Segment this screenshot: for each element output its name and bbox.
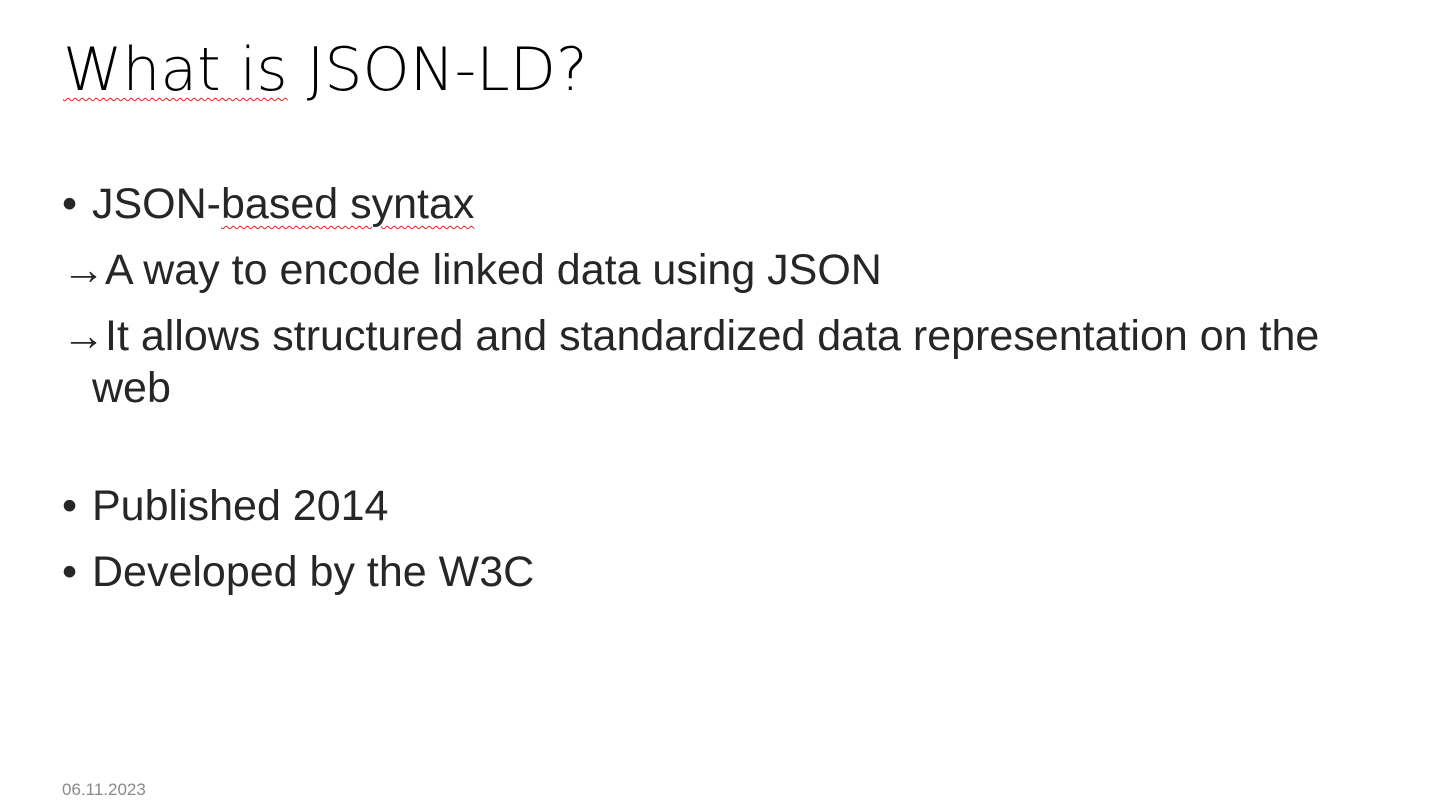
arrow-item-structured: →It allows structured and standardized d… <box>62 310 1382 414</box>
footer-date: 06.11.2023 <box>62 780 146 799</box>
bullet-text-spellchecked: based syntax <box>221 180 475 228</box>
slide-title-spellchecked: What is <box>63 35 288 105</box>
bullet-item-syntax: • JSON-based syntax <box>62 178 1382 230</box>
slide-title[interactable]: What is JSON-LD? <box>63 30 588 110</box>
slide: What is JSON-LD? • JSON-based syntax →A w… <box>0 0 1440 809</box>
bullet-icon: • <box>62 548 78 596</box>
slide-body[interactable]: • JSON-based syntax →A way to encode link… <box>62 178 1382 612</box>
arrow-item-encode: →A way to encode linked data using JSON <box>62 244 1382 296</box>
slide-title-rest: JSON-LD? <box>287 35 588 105</box>
arrow-item-text: A way to encode linked data using JSON <box>105 246 882 294</box>
bullet-item-published: • Published 2014 <box>62 480 1382 532</box>
arrow-item-text: It allows structured and standardized da… <box>92 312 1320 412</box>
bullet-item-developed: • Developed by the W3C <box>62 546 1382 598</box>
right-arrow-icon: → <box>62 312 105 360</box>
bullet-text: Published 2014 <box>92 482 389 530</box>
right-arrow-icon: → <box>62 246 105 294</box>
bullet-text: Developed by the W3C <box>92 548 535 596</box>
bullet-icon: • <box>62 482 78 530</box>
bullet-icon: • <box>62 180 78 228</box>
bullet-text-prefix: JSON- <box>92 180 221 228</box>
